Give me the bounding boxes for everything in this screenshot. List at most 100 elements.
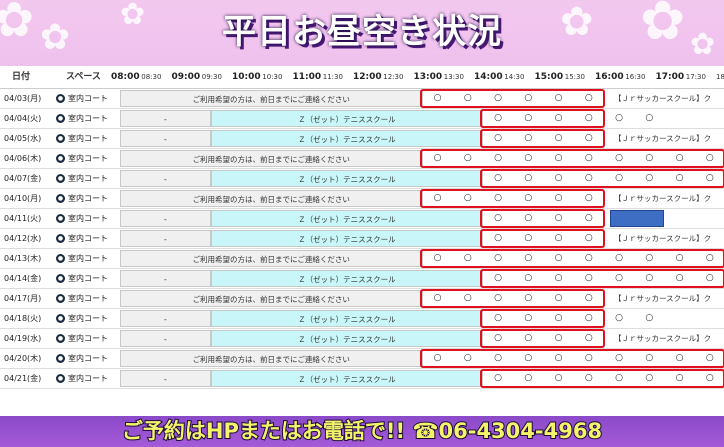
tennis-school-cell: Ｚ（ゼット）テニススクール [210, 130, 483, 147]
notice-cell: ご利用希望の方は、前日までにご連絡ください [120, 150, 423, 167]
booked-cell [610, 210, 665, 227]
row-space[interactable]: ● 室内コート [56, 169, 108, 188]
availability-highlight [419, 149, 724, 168]
availability-highlight [419, 349, 724, 368]
row-date: 04/06(木) [4, 154, 42, 163]
time-header-cell: 10:30 [262, 73, 283, 81]
space-name: 室内コート [68, 154, 108, 163]
row-space[interactable]: ● 室内コート [56, 269, 108, 288]
phone-icon: ● [56, 274, 65, 283]
notice-cell: ご利用希望の方は、前日までにご連絡ください [120, 90, 423, 107]
row-date: 04/11(火) [4, 214, 42, 223]
phone-icon: ● [56, 134, 65, 143]
space-name: 室内コート [68, 254, 108, 263]
row-space[interactable]: ● 室内コート [56, 149, 108, 168]
phone-icon: ● [56, 234, 65, 243]
row-space[interactable]: ● 室内コート [56, 229, 108, 248]
space-name: 室内コート [68, 194, 108, 203]
phone-icon: ● [56, 94, 65, 103]
row-space[interactable]: ● 室内コート [56, 89, 108, 108]
availability-highlight [419, 289, 605, 308]
tennis-school-cell: Ｚ（ゼット）テニススクール [210, 270, 483, 287]
phone-icon: ● [56, 154, 65, 163]
phone-icon: ● [56, 354, 65, 363]
tennis-school-cell: Ｚ（ゼット）テニススクール [210, 210, 483, 227]
notice-cell: ご利用希望の方は、前日までにご連絡ください [120, 250, 423, 267]
space-column-header: スペース [66, 72, 101, 82]
row-date: 04/07(金) [4, 174, 42, 183]
row-date: 04/05(水) [4, 134, 42, 143]
table-row: 04/03(月) ● 室内コート ご利用希望の方は、前日までにご連絡ください ○ ○ ○ ○ ○… [0, 89, 724, 109]
available-slot[interactable]: ○ [634, 310, 664, 327]
availability-highlight [480, 269, 724, 288]
date-column-header: 日付 [12, 72, 31, 82]
availability-highlight [419, 189, 605, 208]
table-row: 04/06(木) ● 室内コート ご利用希望の方は、前日までにご連絡ください ○ ○ ○ ○ ○… [0, 149, 724, 169]
page-title: 平日お昼空き状況 [222, 12, 502, 52]
time-header-cell: 09:30 [201, 73, 222, 81]
table-row: 04/13(木) ● 室内コート ご利用希望の方は、前日までにご連絡ください ○ ○ ○ ○ ○… [0, 249, 724, 269]
row-date: 04/10(月) [4, 194, 42, 203]
row-space[interactable]: ● 室内コート [56, 209, 108, 228]
available-slot[interactable]: ○ [604, 310, 634, 327]
space-name: 室内コート [68, 114, 108, 123]
row-space[interactable]: ● 室内コート [56, 309, 108, 328]
time-header-cell: 13:00 [413, 72, 443, 82]
space-name: 室内コート [68, 314, 108, 323]
availability-highlight [480, 329, 605, 348]
row-space[interactable]: ● 室内コート [56, 289, 108, 308]
notice-cell: ご利用希望の方は、前日までにご連絡ください [120, 190, 423, 207]
phone-icon: ● [56, 314, 65, 323]
phone-icon: ● [56, 254, 65, 263]
closed-cell: - [120, 270, 211, 287]
row-space[interactable]: ● 室内コート [56, 249, 108, 268]
row-date: 04/13(木) [4, 254, 42, 263]
time-header-cell: 12:00 [353, 72, 382, 82]
time-header-cell: 15:30 [564, 73, 585, 81]
phone-icon: ● [56, 174, 65, 183]
phone-icon: ● [56, 294, 65, 303]
table-row: 04/05(水) ● 室内コート - Ｚ（ゼット）テニススクール ○ ○ ○ ○ 【Ｊｒサッカース… [0, 129, 724, 149]
closed-cell: - [120, 370, 211, 387]
availability-highlight [480, 209, 605, 228]
row-space[interactable]: ● 室内コート [56, 109, 108, 128]
row-space[interactable]: ● 室内コート [56, 369, 108, 388]
closed-cell: - [120, 330, 211, 347]
tennis-school-cell: Ｚ（ゼット）テニススクール [210, 170, 483, 187]
row-date: 04/14(金) [4, 274, 42, 283]
time-header-cell: 08:00 [111, 72, 140, 82]
table-row: 04/14(金) ● 室内コート - Ｚ（ゼット）テニススクール ○ ○ ○ ○ ○ ○ ○ ○ [0, 269, 724, 289]
time-header-cell: 10:00 [232, 72, 261, 82]
phone-icon: ● [56, 114, 65, 123]
time-header-cell: 08:30 [141, 73, 162, 81]
soccer-school-cell: 【Ｊｒサッカースクール】ク [610, 130, 724, 147]
space-name: 室内コート [68, 234, 108, 243]
row-space[interactable]: ● 室内コート [56, 349, 108, 368]
table-row: 04/10(月) ● 室内コート ご利用希望の方は、前日までにご連絡ください ○ ○ ○ ○ ○… [0, 189, 724, 209]
schedule-grid: 日付 スペース 08:00 08:30 09:00 09:30 10:00 10:30 11… [0, 66, 724, 416]
closed-cell: - [120, 210, 211, 227]
space-name: 室内コート [68, 334, 108, 343]
time-header-cell: 16:00 [595, 72, 624, 82]
row-space[interactable]: ● 室内コート [56, 329, 108, 348]
notice-cell: ご利用希望の方は、前日までにご連絡ください [120, 290, 423, 307]
table-row: 04/19(水) ● 室内コート - Ｚ（ゼット）テニススクール ○ ○ ○ ○ 【Ｊｒサッカース… [0, 329, 724, 349]
space-name: 室内コート [68, 214, 108, 223]
space-name: 室内コート [68, 134, 108, 143]
soccer-school-cell: 【Ｊｒサッカースクール】ク [610, 290, 724, 307]
row-space[interactable]: ● 室内コート [56, 189, 108, 208]
table-row: 04/12(水) ● 室内コート - Ｚ（ゼット）テニススクール ○ ○ ○ ○ 【Ｊｒサッカース… [0, 229, 724, 249]
row-date: 04/04(火) [4, 114, 42, 123]
availability-highlight [480, 369, 724, 388]
soccer-school-cell: 【Ｊｒサッカースクール】ク [610, 330, 724, 347]
closed-cell: - [120, 310, 211, 327]
time-header-cell: 14:00 [474, 72, 503, 82]
time-header-cell: 13:30 [443, 73, 464, 81]
row-date: 04/18(火) [4, 314, 42, 323]
closed-cell: - [120, 230, 211, 247]
availability-highlight [601, 89, 724, 108]
table-row: 04/21(金) ● 室内コート - Ｚ（ゼット）テニススクール ○ ○ ○ ○ ○ ○ ○ ○ [0, 369, 724, 389]
time-header-cell: 12:30 [383, 73, 404, 81]
space-name: 室内コート [68, 374, 108, 383]
row-space[interactable]: ● 室内コート [56, 129, 108, 148]
